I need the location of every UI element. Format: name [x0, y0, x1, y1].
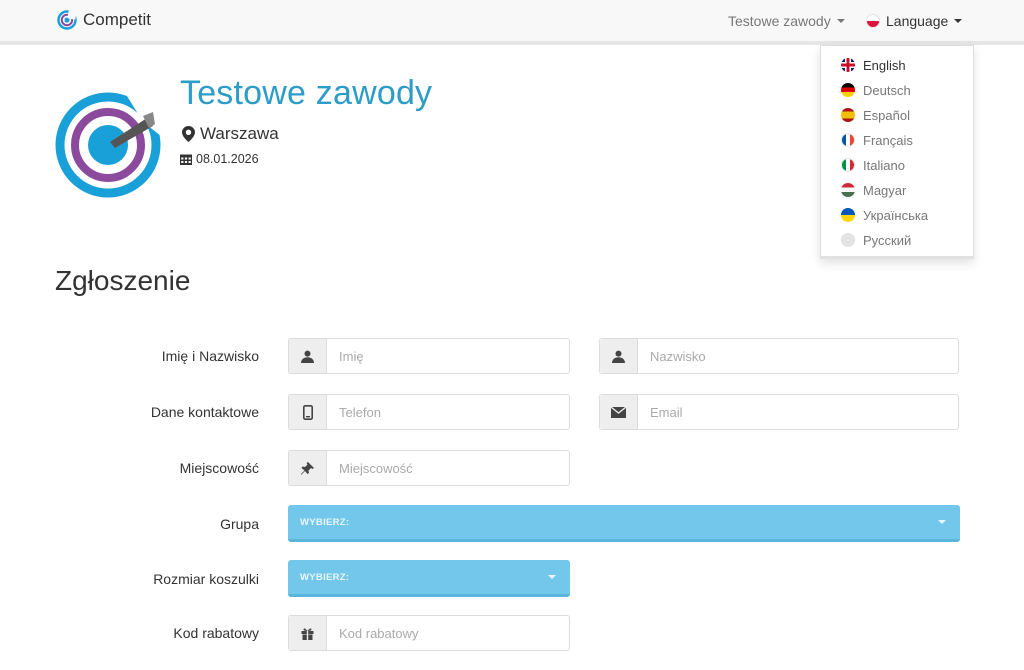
language-item-deutsch[interactable]: Deutsch: [841, 81, 911, 99]
user-icon: [289, 339, 327, 373]
language-menu-label: Language: [886, 13, 949, 29]
brand-name: Competit: [83, 10, 152, 29]
language-dropdown: English Deutsch Español Français Italian…: [820, 45, 974, 259]
hungary-flag-icon: [841, 183, 855, 197]
shirt-size-select-value: WYBIERZ:: [300, 571, 350, 583]
calendar-icon: [180, 154, 192, 165]
language-item-italiano[interactable]: Italiano: [841, 156, 905, 174]
language-label: Deutsch: [863, 82, 911, 98]
email-group: [599, 394, 959, 430]
group-label: Grupa: [220, 516, 259, 532]
gift-icon: [289, 616, 327, 650]
event-title: Testowe zawody: [180, 74, 433, 112]
group-select[interactable]: WYBIERZ:: [288, 505, 960, 542]
city-group: [288, 450, 570, 486]
language-label: Español: [863, 107, 910, 123]
language-menu[interactable]: Language: [866, 13, 963, 29]
first-name-input[interactable]: [327, 339, 569, 373]
placeholder-flag-icon: [841, 233, 855, 247]
event-logo: [55, 92, 161, 198]
section-title: Zgłoszenie: [55, 265, 191, 296]
language-item-russian[interactable]: Русский: [841, 231, 911, 249]
discount-label: Kod rabatowy: [173, 625, 259, 641]
pushpin-icon: [289, 451, 327, 485]
caret-down-icon: [938, 520, 946, 524]
event-date: 08.01.2026: [196, 152, 259, 166]
competit-logo-icon: [57, 10, 77, 30]
name-label: Imię i Nazwisko: [161, 348, 259, 364]
last-name-input[interactable]: [638, 339, 958, 373]
city-input[interactable]: [327, 451, 569, 485]
phone-icon: [289, 395, 327, 429]
uk-flag-icon: [841, 58, 855, 72]
language-label: English: [863, 57, 906, 73]
event-city: Warszawa: [200, 124, 279, 143]
first-name-group: [288, 338, 570, 374]
city-label: Miejscowość: [179, 460, 259, 476]
navbar: Competit Testowe zawody Language: [0, 0, 1024, 45]
ukraine-flag-icon: [841, 208, 855, 222]
shirt-size-label: Rozmiar koszulki: [153, 571, 259, 587]
discount-group: [288, 615, 570, 651]
group-select-value: WYBIERZ:: [300, 516, 350, 528]
shirt-size-select[interactable]: WYBIERZ:: [288, 560, 570, 597]
map-marker-icon: [182, 126, 195, 142]
contact-label: Dane kontaktowe: [150, 404, 259, 420]
france-flag-icon: [841, 133, 855, 147]
user-icon: [600, 339, 638, 373]
germany-flag-icon: [841, 83, 855, 97]
language-item-ukrainian[interactable]: Українська: [841, 206, 928, 224]
email-input[interactable]: [638, 395, 958, 429]
caret-down-icon: [836, 19, 845, 23]
event-menu-label: Testowe zawody: [728, 13, 831, 29]
poland-flag-icon: [866, 14, 880, 28]
italy-flag-icon: [841, 158, 855, 172]
event-menu[interactable]: Testowe zawody: [728, 13, 845, 29]
envelope-icon: [600, 395, 638, 429]
event-date-row: 08.01.2026: [180, 152, 259, 166]
language-label: Magyar: [863, 182, 907, 198]
brand-link[interactable]: Competit: [57, 10, 151, 30]
discount-code-input[interactable]: [327, 616, 569, 650]
phone-group: [288, 394, 570, 430]
phone-input[interactable]: [327, 395, 569, 429]
spain-flag-icon: [841, 108, 855, 122]
language-item-espanol[interactable]: Español: [841, 106, 910, 124]
language-item-magyar[interactable]: Magyar: [841, 181, 906, 199]
caret-down-icon: [548, 575, 556, 579]
language-label: Українська: [863, 207, 929, 223]
language-item-english[interactable]: English: [841, 56, 906, 74]
language-label: Français: [863, 132, 913, 148]
event-location: Warszawa: [182, 124, 279, 144]
last-name-group: [599, 338, 959, 374]
language-label: Italiano: [863, 157, 905, 173]
language-item-francais[interactable]: Français: [841, 131, 913, 149]
caret-down-icon: [954, 19, 963, 23]
language-label: Русский: [863, 232, 912, 248]
